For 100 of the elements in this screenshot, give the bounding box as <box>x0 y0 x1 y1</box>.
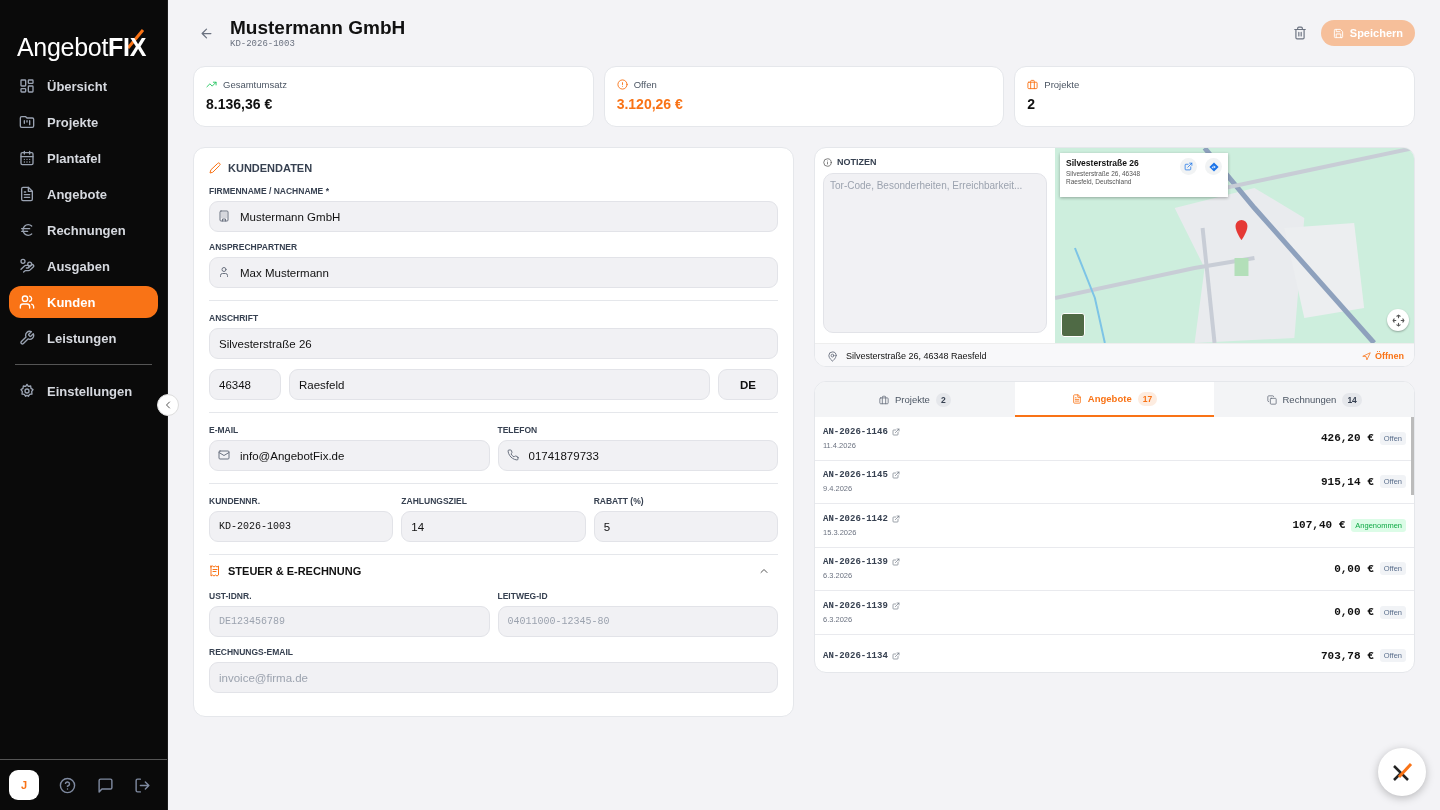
input-field[interactable]: 46348 <box>209 369 281 400</box>
copy-icon <box>1266 394 1277 405</box>
nav-item[interactable]: Plantafel <box>9 142 158 174</box>
logout-button[interactable] <box>134 776 151 794</box>
back-arrow-icon <box>199 25 214 41</box>
app-logo: AngebotFIX <box>17 28 147 62</box>
map-pin-icon <box>827 350 838 362</box>
navigation-arrow-icon <box>1362 351 1371 361</box>
customer-number: KD-2026-1003 <box>230 39 296 49</box>
users-icon <box>19 294 35 310</box>
check-logo-icon[interactable] <box>1391 761 1413 783</box>
nav-item[interactable]: Leistungen <box>9 322 158 354</box>
directions-button[interactable] <box>1205 158 1222 175</box>
input-field[interactable]: info@AngebotFix.de <box>209 440 490 471</box>
help-icon <box>59 776 77 794</box>
page-title: Mustermann GmbH <box>230 17 406 39</box>
input-field[interactable]: Raesfeld <box>289 369 710 400</box>
euro-icon <box>19 222 35 238</box>
info-icon <box>823 157 832 167</box>
section-title: KUNDENDATEN <box>228 162 313 174</box>
briefcase-icon <box>1027 79 1039 90</box>
input-field[interactable]: Max Mustermann <box>209 257 778 288</box>
nav-item[interactable]: Einstellungen <box>9 375 158 407</box>
external-link-icon <box>891 601 900 610</box>
input-field[interactable]: invoice@firma.de <box>209 662 778 693</box>
input-field[interactable]: Silvesterstraße 26 <box>209 328 778 359</box>
stat-label: Gesamtumsatz <box>223 79 287 90</box>
input-field[interactable]: KD-2026-1003 <box>209 511 394 542</box>
delete-button[interactable] <box>1292 26 1307 40</box>
scrollbar[interactable] <box>1411 417 1414 495</box>
input-field[interactable]: 04011000-12345-80 <box>497 606 778 637</box>
external-link-icon <box>891 427 900 436</box>
calendar-icon <box>19 150 35 166</box>
field-label: RABATT (%) <box>593 496 645 506</box>
offer-amount: 0,00 € <box>1334 606 1374 619</box>
offer-number: AN-2026-1142 <box>823 513 888 524</box>
wrench-icon <box>19 330 35 346</box>
directions-icon <box>1208 161 1219 172</box>
field-label: UST-IDNR. <box>209 591 253 601</box>
stat-label: Projekte <box>1044 79 1080 90</box>
notes-field[interactable]: Tor-Code, Besonderheiten, Erreichbarkeit... <box>823 173 1047 333</box>
section-title: STEUER & E-RECHNUNG <box>228 565 362 577</box>
folder-icon <box>19 114 35 130</box>
briefcase-icon <box>879 394 890 405</box>
field-label: TELEFON <box>497 425 539 435</box>
offer-amount: 426,20 € <box>1320 432 1374 445</box>
place-title: Silvesterstraße 26 <box>1066 158 1140 168</box>
input-field[interactable]: 01741879733 <box>497 440 778 471</box>
alert-icon <box>616 79 628 90</box>
input-field[interactable]: Mustermann GmbH <box>209 201 778 232</box>
external-link-icon <box>1184 162 1193 171</box>
offer-number: AN-2026-1139 <box>823 600 888 611</box>
offer-amount: 107,40 € <box>1292 519 1346 532</box>
address-text: Silvesterstraße 26, 46348 Raesfeld <box>846 351 987 361</box>
count-badge: 2 <box>935 392 951 407</box>
chat-icon <box>96 776 114 794</box>
document-icon <box>1071 393 1082 404</box>
save-icon <box>1332 27 1344 39</box>
tab[interactable]: Projekte 2 <box>815 382 1015 417</box>
offer-amount: 0,00 € <box>1334 562 1374 575</box>
offer-number: AN-2026-1139 <box>823 557 888 568</box>
settings-icon <box>19 383 35 399</box>
offer-number: AN-2026-1146 <box>823 426 888 437</box>
tab[interactable]: Rechnungen 14 <box>1214 382 1414 417</box>
nav-item[interactable]: Ausgaben <box>9 250 158 282</box>
external-link-icon <box>891 514 900 523</box>
help-button[interactable] <box>59 776 77 794</box>
stat-value: 8.136,36 € <box>206 96 274 112</box>
nav-item[interactable]: Rechnungen <box>9 214 158 246</box>
offer-amount: 703,78 € <box>1320 649 1374 662</box>
field-label: ANSCHRIFT <box>209 313 260 323</box>
offer-amount: 915,14 € <box>1320 475 1374 488</box>
map-type-button[interactable] <box>1061 313 1085 337</box>
external-link-icon <box>891 651 900 660</box>
nav-item[interactable]: Projekte <box>9 106 158 138</box>
chat-button[interactable] <box>96 776 114 794</box>
input-field[interactable]: 5 <box>593 511 778 542</box>
coins-hand-icon <box>19 258 35 274</box>
trend-up-icon <box>206 79 217 90</box>
field-label: E-MAIL <box>209 425 240 435</box>
count-badge: 17 <box>1137 391 1158 406</box>
count-badge: 14 <box>1342 392 1362 407</box>
input-field[interactable]: DE123456789 <box>209 606 490 637</box>
logout-icon <box>134 776 151 794</box>
offer-number: AN-2026-1145 <box>823 470 888 481</box>
field-label: RECHNUNGS-EMAIL <box>209 647 295 657</box>
field-label: FIRMENNAME / NACHNAME * <box>209 186 330 196</box>
input-field[interactable]: DE <box>718 369 778 400</box>
field-label: KUNDENNR. <box>209 496 261 506</box>
stat-value: 3.120,26 € <box>616 96 684 112</box>
section-title: NOTIZEN <box>837 157 877 167</box>
input-field[interactable]: 14 <box>401 511 586 542</box>
receipt-icon <box>209 565 221 577</box>
field-label: ANSPRECHPARTNER <box>209 242 299 252</box>
pencil-icon <box>209 162 221 174</box>
nav-item[interactable]: Angebote <box>9 178 158 210</box>
nav-item[interactable]: Übersicht <box>9 70 158 102</box>
collapse-button[interactable] <box>157 394 179 416</box>
external-link-icon <box>891 558 900 567</box>
field-label: LEITWEG-ID <box>497 591 549 601</box>
